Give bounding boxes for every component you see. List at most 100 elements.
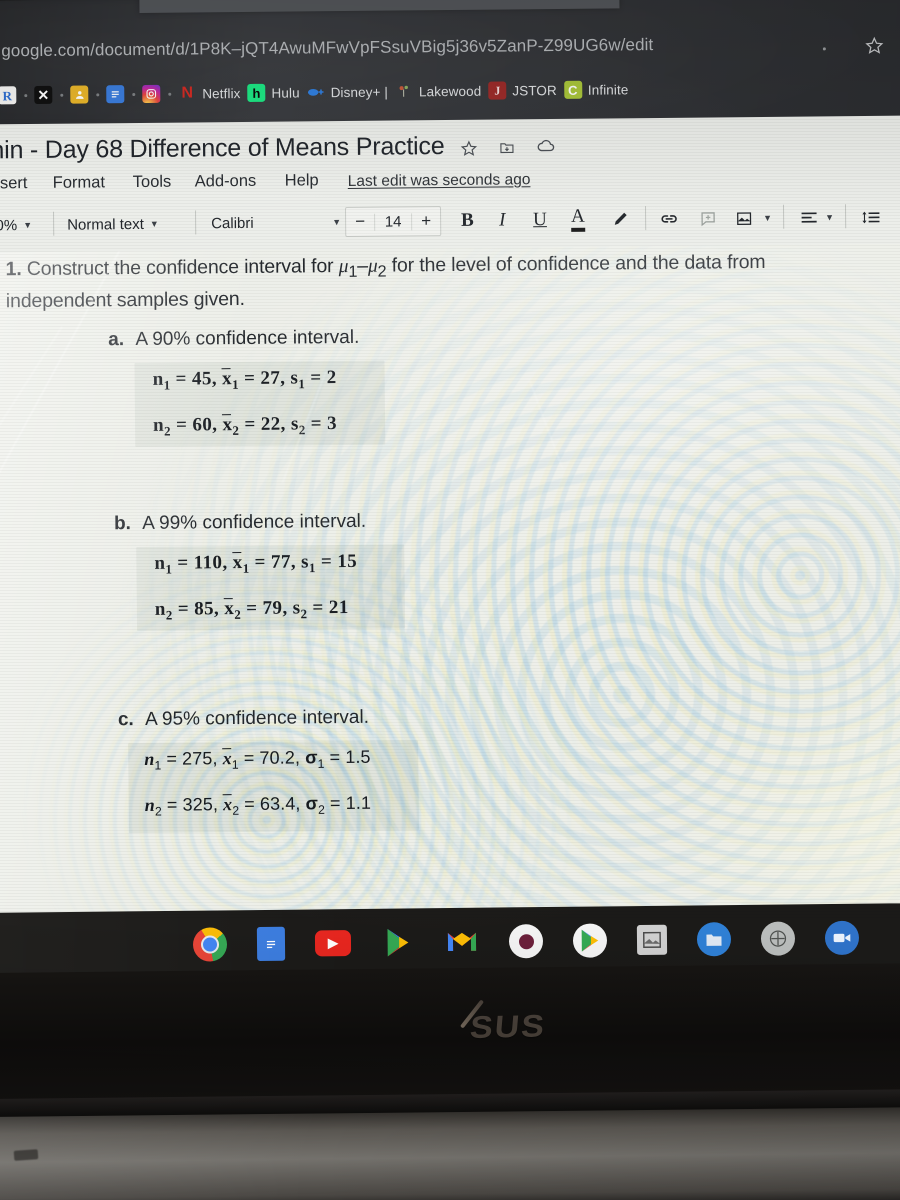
font-selector[interactable]: Calibri ▼ [211, 207, 341, 238]
bookmark-label: JSTOR [512, 82, 557, 98]
document-title-row: hin - Day 68 Difference of Means Practic… [0, 124, 900, 173]
insert-image-icon[interactable] [735, 203, 753, 233]
last-edit-status[interactable]: Last edit was seconds ago [348, 171, 531, 191]
bookmark-label: Netflix [202, 85, 241, 101]
play-store-alt-icon[interactable] [572, 923, 608, 958]
photo-of-laptop-screen: ...Day 68 Dif ✕ ＋ s.google.com/document/… [0, 0, 900, 1200]
part-b-heading: b. A 99% confidence interval. [114, 511, 366, 535]
chrome-icon[interactable] [192, 927, 228, 962]
gray-app-icon[interactable] [760, 921, 796, 956]
font-size-increase-button[interactable]: + [412, 211, 440, 231]
cloud-status-icon[interactable] [536, 139, 555, 159]
menu-tools[interactable]: Tools [133, 173, 172, 192]
browser-tab-active[interactable] [139, 0, 620, 14]
zoom-selector[interactable]: 00% ▼ [0, 210, 32, 240]
bookmark-lakewood[interactable]: Lakewood [395, 82, 489, 101]
question-line-2: independent samples given. [5, 287, 245, 313]
dark-app-icon[interactable] [508, 924, 544, 959]
part-letter: c. [117, 709, 134, 731]
paragraph-style-value: Normal text [67, 215, 144, 234]
omnibox[interactable]: s.google.com/document/d/1P8K–jQT4AwuMFwV… [0, 28, 900, 71]
bookmark-docs[interactable] [106, 85, 131, 104]
jstor-icon: J [488, 81, 507, 100]
zoom-value: 00% [0, 216, 18, 234]
bookmark-separator [60, 93, 64, 97]
page-title[interactable]: hin - Day 68 Difference of Means Practic… [0, 132, 445, 165]
play-store-icon[interactable] [381, 925, 415, 959]
bookmark-classroom[interactable] [70, 85, 95, 104]
bookmark-label: Lakewood [418, 83, 482, 99]
question-number: 1. [5, 258, 22, 281]
youtube-icon[interactable]: ▶ [314, 930, 352, 957]
part-a-equation-1: n1 = 45, x1 = 27, s1 = 2 [152, 367, 337, 393]
align-left-icon[interactable] [799, 202, 819, 232]
docs-toolbar: 00% ▼ Normal text ▼ Calibri ▼ − 14 + B I… [0, 202, 900, 251]
asus-brand-logo: SUS [468, 1008, 548, 1046]
font-size-stepper[interactable]: − 14 + [344, 206, 442, 238]
font-size-decrease-button[interactable]: − [346, 212, 374, 232]
bookmark-infinite-campus[interactable]: C Infinite [563, 80, 636, 99]
font-size-value[interactable]: 14 [374, 212, 413, 231]
url-text: s.google.com/document/d/1P8K–jQT4AwuMFwV… [0, 35, 654, 61]
google-docs-icon [106, 85, 125, 104]
bookmark-netflix[interactable]: N Netflix [178, 84, 247, 103]
chevron-down-icon[interactable]: ▼ [763, 203, 772, 233]
bookmark-instagram[interactable] [142, 84, 167, 103]
document-canvas[interactable]: 1. Construct the confidence interval for… [0, 243, 900, 925]
text-color-button[interactable]: A [571, 205, 585, 235]
part-c-equation-1: n1 = 275, x1 = 70.2, σ1 = 1.5 [144, 746, 371, 773]
chevron-down-icon[interactable]: ▼ [825, 202, 834, 232]
part-heading-text: A 90% confidence interval. [135, 326, 360, 351]
part-letter: a. [108, 329, 125, 351]
part-heading-text: A 99% confidence interval. [142, 510, 367, 534]
move-to-drive-icon[interactable] [498, 139, 515, 160]
part-c-heading: c. A 95% confidence interval. [118, 707, 369, 731]
google-classroom-icon [70, 85, 89, 104]
deck-glint [0, 1106, 900, 1200]
bookmark-jstor[interactable]: J JSTOR [488, 81, 564, 100]
bookmark-readworks[interactable]: R [0, 86, 23, 105]
camera-app-icon[interactable] [824, 920, 860, 956]
add-comment-icon[interactable] [699, 203, 717, 233]
bookmark-x[interactable]: ✕ [34, 85, 59, 105]
omnibox-dot [822, 47, 826, 51]
question-text-1: Construct the confidence interval for μ1… [26, 250, 766, 281]
netflix-icon: N [181, 84, 194, 102]
google-docs-icon[interactable] [256, 926, 286, 962]
toolbar-divider [644, 206, 647, 231]
bookmark-disney-plus[interactable]: Disney+ | [307, 83, 395, 102]
chevron-down-icon: ▼ [332, 217, 342, 228]
insert-link-icon[interactable] [659, 204, 679, 234]
bookmark-hulu[interactable]: h Hulu [247, 83, 306, 102]
menu-insert[interactable]: nsert [0, 174, 28, 193]
bookmark-separator [96, 92, 100, 96]
bookmark-separator [132, 92, 136, 96]
browser-chrome: ...Day 68 Dif ✕ ＋ s.google.com/document/… [0, 0, 900, 135]
gmail-icon[interactable] [445, 925, 479, 959]
question-line-1: 1. Construct the confidence interval for… [5, 251, 765, 285]
menu-add-ons[interactable]: Add-ons [195, 172, 257, 192]
chevron-down-icon: ▼ [23, 220, 33, 231]
photo-app-icon[interactable] [636, 924, 668, 956]
readworks-icon: R [0, 86, 17, 105]
font-value: Calibri [211, 214, 254, 232]
italic-button[interactable]: I [499, 205, 506, 235]
files-folder-icon[interactable] [696, 922, 732, 957]
menu-help[interactable]: Help [285, 171, 319, 190]
bold-button[interactable]: B [461, 206, 474, 236]
chevron-down-icon: ▼ [149, 218, 159, 229]
star-icon[interactable] [865, 36, 884, 60]
highlight-pen-icon[interactable] [611, 204, 629, 234]
bookmarks-bar: R ✕ N Netflix h Hulu Disney+ | Lakewood … [0, 67, 900, 114]
menu-format[interactable]: Format [53, 173, 105, 193]
line-spacing-icon[interactable] [861, 202, 881, 232]
underline-button[interactable]: U [533, 205, 547, 235]
bookmark-label: Disney+ | [330, 84, 389, 100]
star-icon[interactable] [460, 140, 478, 162]
part-c-equation-2: n2 = 325, x2 = 63.4, σ2 = 1.1 [144, 792, 372, 819]
lakewood-icon [395, 82, 413, 100]
bookmark-separator [168, 92, 172, 96]
google-docs-app: hin - Day 68 Difference of Means Practic… [0, 115, 900, 925]
paragraph-style-selector[interactable]: Normal text ▼ [67, 209, 159, 240]
document-body: 1. Construct the confidence interval for… [0, 244, 900, 925]
